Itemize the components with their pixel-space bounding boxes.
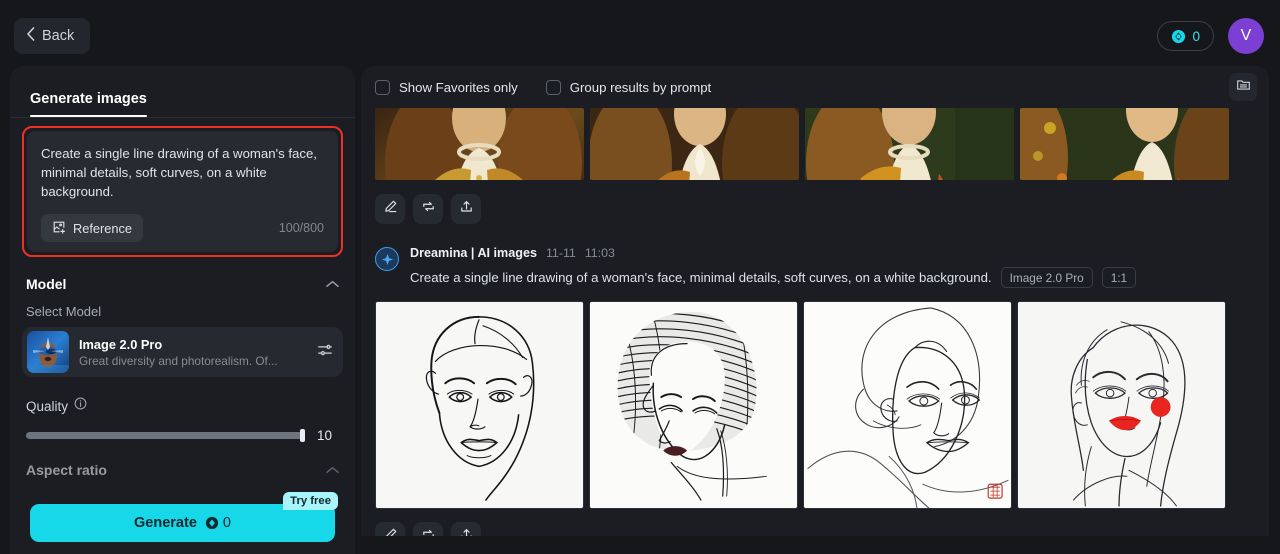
edit-button[interactable]	[375, 522, 405, 536]
result-thumbnail[interactable]	[805, 108, 1014, 180]
folder-icon	[1236, 77, 1251, 97]
model-thumbnail	[27, 331, 69, 373]
reference-button[interactable]: Reference	[41, 214, 144, 242]
archive-button[interactable]	[1229, 73, 1257, 101]
quality-value: 10	[317, 428, 333, 443]
regenerate-button[interactable]	[413, 522, 443, 536]
credits-badge[interactable]: 0	[1157, 21, 1214, 51]
result-thumbnail[interactable]	[590, 108, 799, 180]
model-card-image-2-0-pro[interactable]: Image 2.0 Pro Great diversity and photor…	[22, 327, 343, 377]
top-bar-right: 0 V	[1157, 18, 1264, 54]
back-button[interactable]: Back	[14, 18, 91, 54]
model-chip[interactable]: Image 2.0 Pro	[1000, 267, 1093, 288]
prompt-input-box[interactable]: Create a single line drawing of a woman'…	[27, 131, 338, 252]
prompt-footer: Reference 100/800	[41, 214, 324, 242]
checkbox-icon[interactable]	[545, 79, 561, 95]
pencil-icon	[383, 199, 398, 219]
model-section-title: Model	[26, 276, 67, 292]
upload-icon	[459, 199, 474, 219]
quality-slider-handle[interactable]	[300, 429, 305, 442]
checkbox-icon[interactable]	[375, 79, 390, 95]
regenerate-button[interactable]	[413, 194, 443, 224]
generate-cost: 0	[205, 515, 231, 531]
result-header: Dreamina | AI images 11-11 11:03 Create …	[375, 246, 1255, 288]
avatar[interactable]: V	[1228, 18, 1264, 54]
result-prompt: Create a single line drawing of a woman'…	[410, 270, 992, 285]
result-prompt-line: Create a single line drawing of a woman'…	[410, 267, 1137, 288]
ratio-chip[interactable]: 1:1	[1101, 267, 1137, 288]
result-image[interactable]	[803, 301, 1012, 509]
generate-cost-value: 0	[222, 515, 231, 531]
sparkle-icon	[375, 247, 399, 271]
coin-icon	[1171, 29, 1186, 44]
top-bar: Back 0 V	[0, 0, 1280, 72]
previous-result-actions	[375, 194, 1255, 224]
result-time: 11:03	[584, 246, 615, 260]
add-image-icon	[52, 220, 66, 237]
back-button-label: Back	[42, 28, 75, 44]
generate-button[interactable]: Generate 0 Try free	[30, 492, 338, 542]
results-feed: Dreamina | AI images 11-11 11:03 Create …	[361, 108, 1269, 536]
prompt-input[interactable]: Create a single line drawing of a woman'…	[41, 144, 324, 201]
quality-slider-row: 10	[26, 428, 339, 443]
tab-generate-images[interactable]: Generate images	[30, 91, 147, 117]
chevron-up-icon[interactable]	[326, 461, 339, 479]
sidebar-panel: Generate images Create a single line dra…	[10, 66, 355, 536]
result-thumbnail[interactable]	[1020, 108, 1229, 180]
prompt-highlight-frame: Create a single line drawing of a woman'…	[22, 126, 343, 257]
model-description: Great diversity and photorealism. Of...	[79, 353, 278, 368]
quality-header: Quality	[26, 397, 339, 415]
model-section-header: Model	[26, 275, 339, 293]
coin-icon	[205, 516, 219, 530]
avatar-initial: V	[1240, 27, 1252, 44]
result-image[interactable]	[589, 301, 798, 509]
reference-button-label: Reference	[73, 220, 133, 236]
info-icon[interactable]	[74, 397, 87, 415]
show-favorites-only-label: Show Favorites only	[399, 79, 518, 95]
quality-label: Quality	[26, 398, 69, 414]
swap-arrows-icon	[421, 527, 436, 536]
generate-bar: Generate 0 Try free	[10, 492, 355, 554]
result-image[interactable]	[375, 301, 584, 509]
select-model-label: Select Model	[26, 304, 102, 319]
generate-button-label: Generate	[134, 515, 197, 531]
result-actions	[375, 522, 1255, 536]
aspect-ratio-title: Aspect ratio	[26, 462, 107, 478]
result-source: Dreamina | AI images	[410, 246, 537, 260]
show-favorites-only-toggle[interactable]: Show Favorites only	[375, 79, 518, 95]
aspect-ratio-section-header[interactable]: Aspect ratio	[26, 461, 339, 479]
share-button[interactable]	[451, 194, 481, 224]
swap-arrows-icon	[421, 199, 436, 219]
group-results-by-prompt-toggle[interactable]: Group results by prompt	[545, 79, 712, 95]
group-results-by-prompt-label: Group results by prompt	[569, 79, 712, 95]
previous-result-thumbnails	[375, 108, 1255, 180]
try-free-badge: Try free	[283, 492, 338, 510]
results-toolbar: Show Favorites only Group results by pro…	[361, 66, 1269, 108]
share-button[interactable]	[451, 522, 481, 536]
pencil-icon	[383, 527, 398, 536]
edit-button[interactable]	[375, 194, 405, 224]
quality-slider[interactable]	[26, 429, 305, 442]
chevron-up-icon[interactable]	[326, 275, 339, 293]
result-thumbnail[interactable]	[375, 108, 584, 180]
result-date: 11-11	[545, 246, 576, 260]
result-image[interactable]	[1017, 301, 1226, 509]
results-panel: Show Favorites only Group results by pro…	[361, 66, 1269, 536]
result-meta: Dreamina | AI images 11-11 11:03 Create …	[410, 246, 1137, 288]
sidebar-tabs: Generate images	[10, 66, 355, 118]
credits-value: 0	[1192, 28, 1200, 44]
model-meta: Image 2.0 Pro Great diversity and photor…	[79, 337, 278, 368]
chevron-left-icon	[26, 27, 35, 45]
model-name: Image 2.0 Pro	[79, 336, 163, 352]
character-counter: 100/800	[278, 221, 324, 235]
upload-icon	[459, 527, 474, 536]
result-image-grid	[375, 301, 1255, 509]
sliders-icon[interactable]	[317, 342, 333, 363]
result-source-line: Dreamina | AI images 11-11 11:03	[410, 246, 1136, 260]
tab-label: Generate images	[30, 91, 147, 107]
